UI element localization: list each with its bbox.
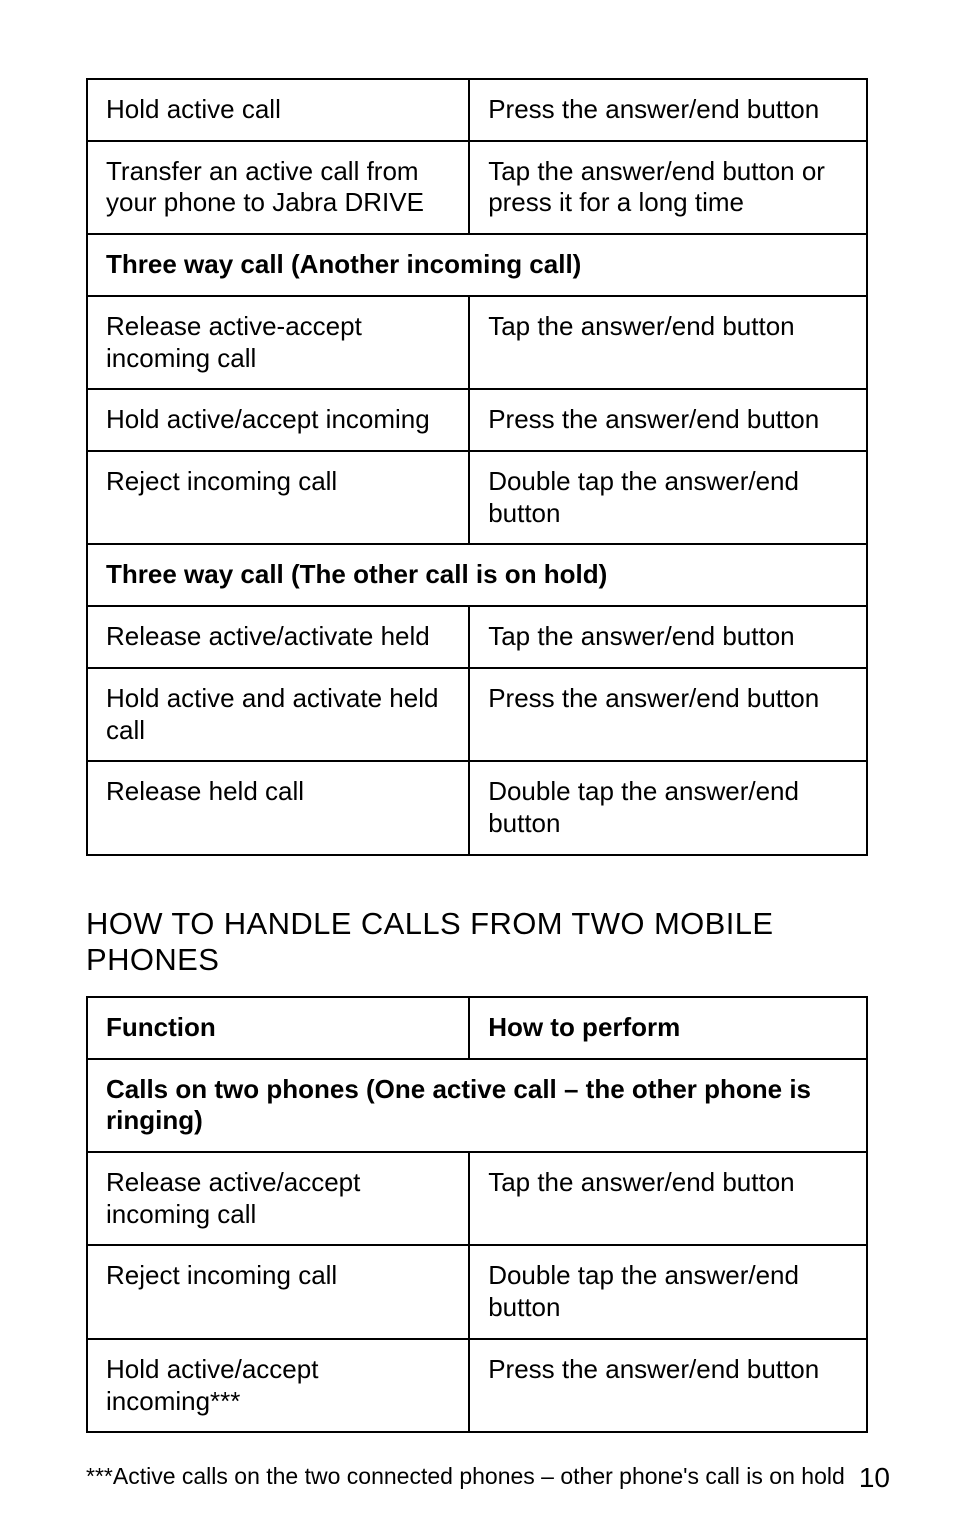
cell-action: Double tap the answer/end button bbox=[469, 761, 867, 854]
cell-function: Release active/accept incoming call bbox=[87, 1152, 469, 1245]
cell-function: Transfer an active call from your phone … bbox=[87, 141, 469, 234]
section-header-row: Three way call (The other call is on hol… bbox=[87, 544, 867, 606]
cell-action: Tap the answer/end button bbox=[469, 606, 867, 668]
cell-action: Press the answer/end button bbox=[469, 668, 867, 761]
cell-function: Release active-accept incoming call bbox=[87, 296, 469, 389]
cell-function: Release held call bbox=[87, 761, 469, 854]
call-handling-table-2: Function How to perform Calls on two pho… bbox=[86, 996, 868, 1433]
column-header-action: How to perform bbox=[469, 997, 867, 1059]
table-row: Hold active/accept incoming Press the an… bbox=[87, 389, 867, 451]
section-header-cell: Three way call (Another incoming call) bbox=[87, 234, 867, 296]
section-header-cell: Three way call (The other call is on hol… bbox=[87, 544, 867, 606]
section-header-cell: Calls on two phones (One active call – t… bbox=[87, 1059, 867, 1152]
column-header-function: Function bbox=[87, 997, 469, 1059]
footnote: ***Active calls on the two connected pho… bbox=[86, 1463, 845, 1490]
cell-action: Tap the answer/end button bbox=[469, 1152, 867, 1245]
cell-function: Hold active/accept incoming bbox=[87, 389, 469, 451]
cell-action: Double tap the answer/end button bbox=[469, 1245, 867, 1338]
section-header-row: Three way call (Another incoming call) bbox=[87, 234, 867, 296]
table-row: Transfer an active call from your phone … bbox=[87, 141, 867, 234]
section-heading: HOW TO HANDLE CALLS FROM TWO MOBILE PHON… bbox=[86, 906, 868, 978]
cell-function: Reject incoming call bbox=[87, 1245, 469, 1338]
table-row: Hold active call Press the answer/end bu… bbox=[87, 79, 867, 141]
cell-action: Tap the answer/end button or press it fo… bbox=[469, 141, 867, 234]
cell-function: Reject incoming call bbox=[87, 451, 469, 544]
table-row: Reject incoming call Double tap the answ… bbox=[87, 451, 867, 544]
table-row: Release active-accept incoming call Tap … bbox=[87, 296, 867, 389]
cell-action: Press the answer/end button bbox=[469, 389, 867, 451]
page-number: 10 bbox=[859, 1462, 890, 1494]
cell-function: Hold active/accept incoming*** bbox=[87, 1339, 469, 1432]
table-row: Reject incoming call Double tap the answ… bbox=[87, 1245, 867, 1338]
call-handling-table-1: Hold active call Press the answer/end bu… bbox=[86, 78, 868, 856]
cell-function: Release active/activate held bbox=[87, 606, 469, 668]
cell-action: Press the answer/end button bbox=[469, 79, 867, 141]
cell-action: Double tap the answer/end button bbox=[469, 451, 867, 544]
table-row: Release active/activate held Tap the ans… bbox=[87, 606, 867, 668]
section-header-row: Calls on two phones (One active call – t… bbox=[87, 1059, 867, 1152]
table-row: Hold active and activate held call Press… bbox=[87, 668, 867, 761]
table-row: Hold active/accept incoming*** Press the… bbox=[87, 1339, 867, 1432]
table-row: Release active/accept incoming call Tap … bbox=[87, 1152, 867, 1245]
cell-function: Hold active and activate held call bbox=[87, 668, 469, 761]
page: Hold active call Press the answer/end bu… bbox=[0, 0, 954, 1536]
cell-action: Press the answer/end button bbox=[469, 1339, 867, 1432]
cell-action: Tap the answer/end button bbox=[469, 296, 867, 389]
table-row: Release held call Double tap the answer/… bbox=[87, 761, 867, 854]
cell-function: Hold active call bbox=[87, 79, 469, 141]
table-header-row: Function How to perform bbox=[87, 997, 867, 1059]
